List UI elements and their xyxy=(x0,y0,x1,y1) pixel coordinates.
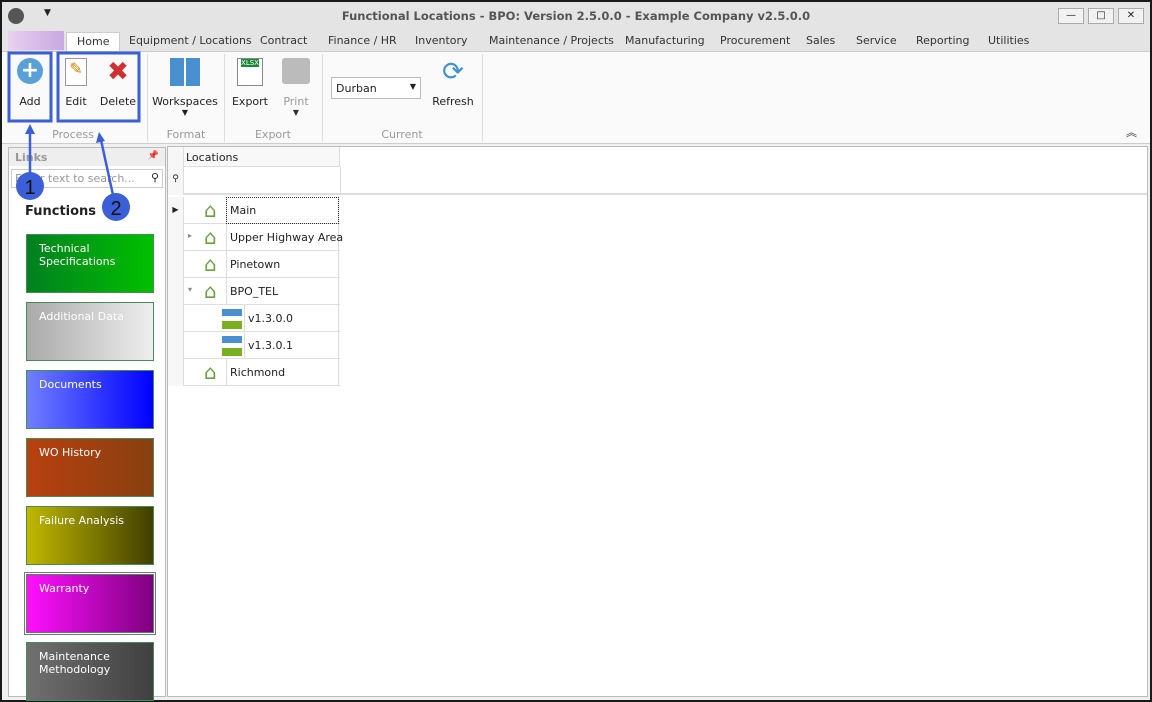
annotation-label-1: 1 xyxy=(24,177,35,199)
annotation-box-edit-delete xyxy=(56,51,141,123)
annotation-overlay: 1 2 xyxy=(7,51,141,221)
annotation-box-add xyxy=(7,51,53,123)
annotation-label-2: 2 xyxy=(110,198,121,220)
annotation-arrow-2 xyxy=(99,139,115,196)
